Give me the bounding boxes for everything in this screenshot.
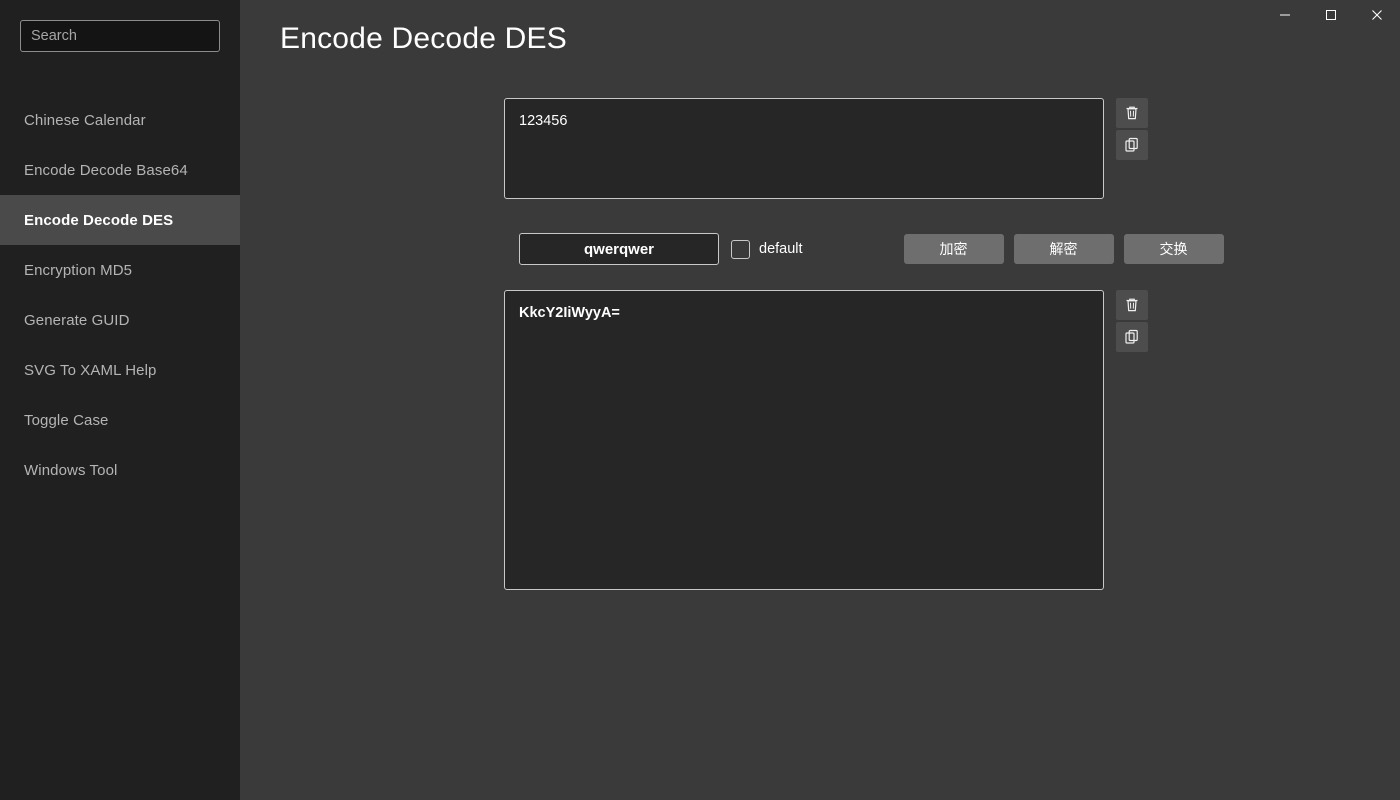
sidebar-item-windows-tool[interactable]: Windows Tool [0, 445, 240, 495]
window-controls [1262, 0, 1400, 30]
swap-button[interactable]: 交换 [1123, 234, 1224, 264]
output-textarea[interactable] [504, 290, 1104, 590]
copy-output-button[interactable] [1116, 322, 1148, 352]
sidebar-item-label: Chinese Calendar [24, 111, 146, 129]
sidebar-item-encode-decode-des[interactable]: Encode Decode DES [0, 195, 240, 245]
application-window: Chinese Calendar Encode Decode Base64 En… [0, 0, 1400, 800]
control-row: default 加密 解密 交换 [519, 233, 1384, 265]
copy-input-button[interactable] [1116, 130, 1148, 160]
input-actions [1116, 98, 1148, 160]
sidebar-nav: Chinese Calendar Encode Decode Base64 En… [0, 95, 240, 495]
sidebar-item-encode-decode-base64[interactable]: Encode Decode Base64 [0, 145, 240, 195]
main-content: Encode Decode DES 123456 qwerqwer defaul… [240, 0, 1400, 800]
close-button[interactable] [1354, 0, 1400, 30]
sidebar-item-label: Encryption MD5 [24, 261, 133, 279]
sidebar-item-generate-guid[interactable]: Generate GUID [0, 295, 240, 345]
default-checkbox-group[interactable]: default [731, 239, 803, 259]
copy-icon [1125, 137, 1138, 152]
encrypt-button[interactable]: 加密 [903, 234, 1004, 264]
input-row [504, 98, 1384, 199]
sidebar-item-label: Encode Decode DES [24, 211, 174, 229]
clear-output-button[interactable] [1116, 290, 1148, 320]
output-row [504, 290, 1384, 590]
sidebar-item-label: Encode Decode Base64 [24, 161, 188, 179]
trash-icon [1126, 298, 1138, 312]
maximize-icon [1326, 10, 1336, 20]
output-actions [1116, 290, 1148, 352]
key-input[interactable] [519, 233, 719, 265]
search-input[interactable] [20, 20, 220, 52]
sidebar-item-label: Toggle Case [24, 411, 109, 429]
default-checkbox-label: default [759, 241, 803, 257]
input-textarea[interactable] [504, 98, 1104, 199]
sidebar: Chinese Calendar Encode Decode Base64 En… [0, 0, 240, 800]
sidebar-item-encryption-md5[interactable]: Encryption MD5 [0, 245, 240, 295]
sidebar-item-label: Generate GUID [24, 311, 130, 329]
content-column: default 加密 解密 交换 [504, 98, 1384, 590]
page-title: Encode Decode DES [280, 22, 567, 55]
trash-icon [1126, 106, 1138, 120]
minimize-icon [1280, 14, 1290, 16]
sidebar-item-svg-to-xaml-help[interactable]: SVG To XAML Help [0, 345, 240, 395]
maximize-button[interactable] [1308, 0, 1354, 30]
decrypt-button[interactable]: 解密 [1013, 234, 1114, 264]
default-checkbox[interactable] [731, 239, 750, 259]
sidebar-item-label: SVG To XAML Help [24, 361, 157, 379]
search-container [0, 0, 240, 52]
copy-icon [1125, 329, 1138, 344]
sidebar-item-chinese-calendar[interactable]: Chinese Calendar [0, 95, 240, 145]
sidebar-item-toggle-case[interactable]: Toggle Case [0, 395, 240, 445]
sidebar-item-label: Windows Tool [24, 461, 118, 479]
minimize-button[interactable] [1262, 0, 1308, 30]
close-icon [1372, 10, 1382, 20]
clear-input-button[interactable] [1116, 98, 1148, 128]
